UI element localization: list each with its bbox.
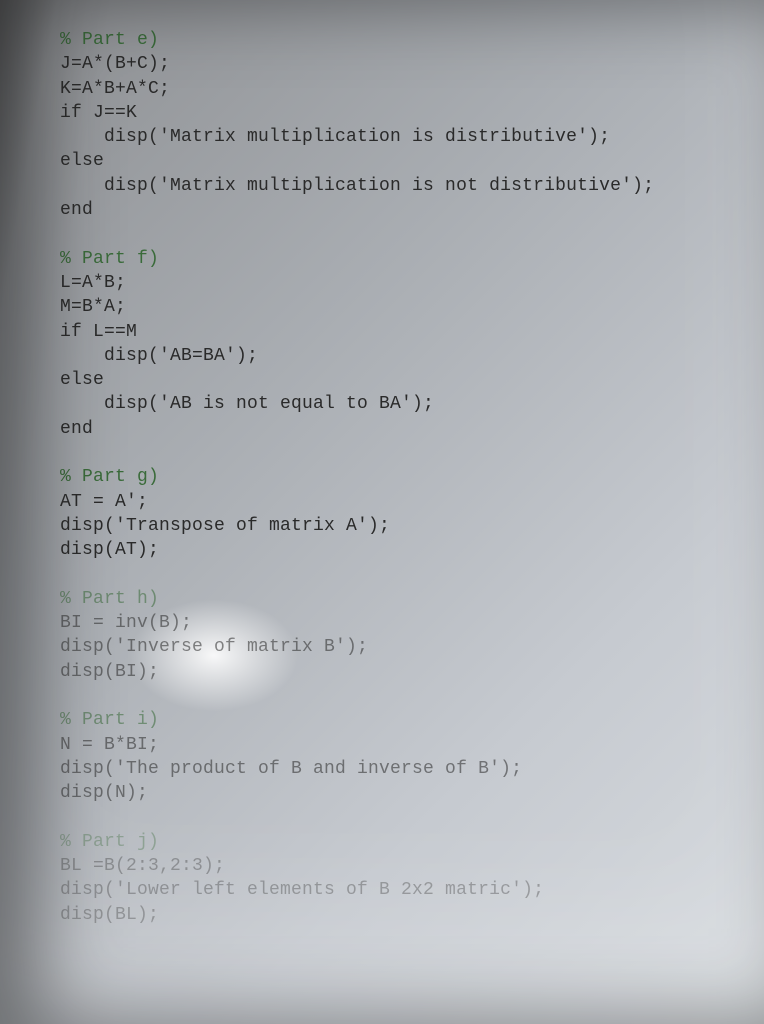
- code-line: % Part e): [60, 28, 764, 52]
- code-line: % Part g): [60, 465, 764, 489]
- code-line: AT = A';: [60, 490, 764, 514]
- code-line: L=A*B;: [60, 271, 764, 295]
- code-line: else: [60, 149, 764, 173]
- code-line: if J==K: [60, 101, 764, 125]
- code-line: disp('AB=BA');: [60, 344, 764, 368]
- code-line: N = B*BI;: [60, 733, 764, 757]
- code-line: if L==M: [60, 320, 764, 344]
- code-line: disp('Matrix multiplication is distribut…: [60, 125, 764, 149]
- code-line: disp('Transpose of matrix A');: [60, 514, 764, 538]
- code-line: [60, 222, 764, 246]
- code-screen: % Part e)J=A*(B+C);K=A*B+A*C;if J==K dis…: [0, 0, 764, 1024]
- code-line: BL =B(2:3,2:3);: [60, 854, 764, 878]
- code-line: disp('Inverse of matrix B');: [60, 635, 764, 659]
- code-line: else: [60, 368, 764, 392]
- code-line: end: [60, 198, 764, 222]
- code-line: disp('The product of B and inverse of B'…: [60, 757, 764, 781]
- code-block: % Part e)J=A*(B+C);K=A*B+A*C;if J==K dis…: [60, 28, 764, 927]
- code-line: [60, 563, 764, 587]
- code-line: % Part f): [60, 247, 764, 271]
- code-line: disp('AB is not equal to BA');: [60, 392, 764, 416]
- code-line: J=A*(B+C);: [60, 52, 764, 76]
- code-line: M=B*A;: [60, 295, 764, 319]
- code-line: disp(BL);: [60, 903, 764, 927]
- code-line: % Part j): [60, 830, 764, 854]
- code-line: [60, 684, 764, 708]
- code-line: disp(BI);: [60, 660, 764, 684]
- code-line: % Part h): [60, 587, 764, 611]
- code-line: end: [60, 417, 764, 441]
- code-line: K=A*B+A*C;: [60, 77, 764, 101]
- code-line: disp(AT);: [60, 538, 764, 562]
- code-line: [60, 806, 764, 830]
- code-line: disp('Matrix multiplication is not distr…: [60, 174, 764, 198]
- code-line: disp(N);: [60, 781, 764, 805]
- code-line: % Part i): [60, 708, 764, 732]
- code-line: BI = inv(B);: [60, 611, 764, 635]
- code-line: [60, 441, 764, 465]
- code-line: disp('Lower left elements of B 2x2 matri…: [60, 878, 764, 902]
